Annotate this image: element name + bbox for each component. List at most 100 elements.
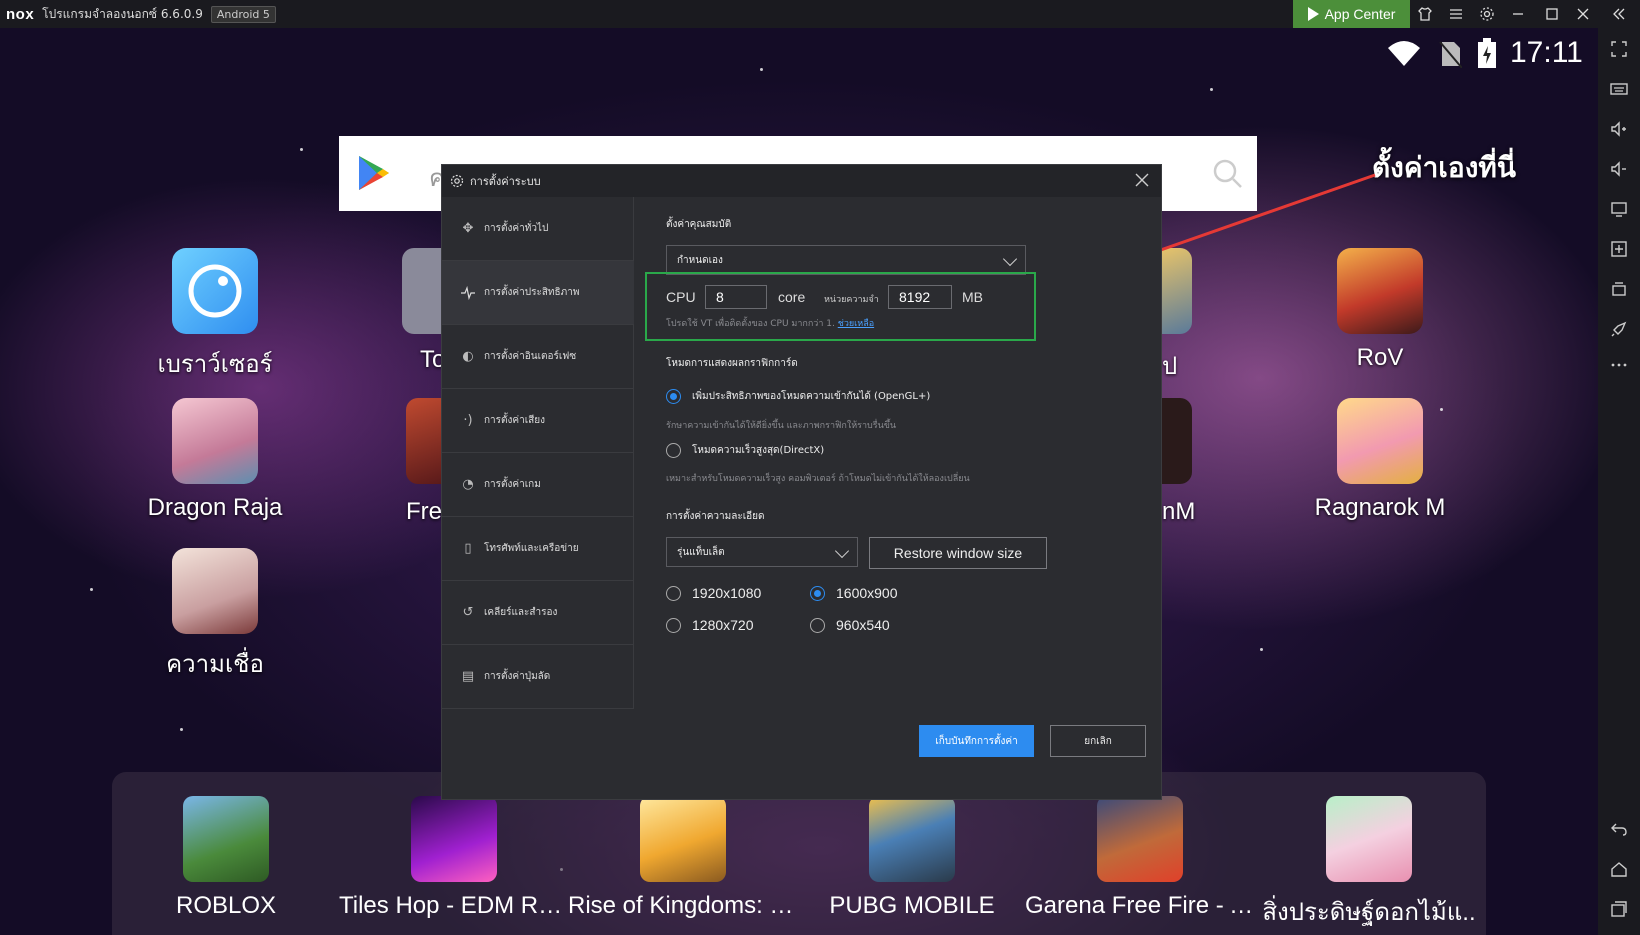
app-title: โปรแกรมจำลองนอกซ์ 6.6.0.9 bbox=[42, 6, 203, 21]
add-apk-icon[interactable] bbox=[1598, 234, 1640, 264]
dock-app-free-fire[interactable]: Garena Free Fire - An.. bbox=[1025, 796, 1255, 920]
nav-label: โทรศัพท์และเครือข่าย bbox=[484, 543, 579, 554]
cancel-button[interactable]: ยกเลิก bbox=[1050, 725, 1146, 757]
more-icon[interactable] bbox=[1598, 350, 1640, 380]
nav-clear-backup[interactable]: ↺ เคลียร์และสำรอง bbox=[442, 581, 634, 645]
nav-sound[interactable]: ·) การตั้งค่าเสียง bbox=[442, 389, 634, 453]
dock-app-label: Rise of Kingdoms: Lo.. bbox=[568, 892, 798, 919]
nav-general[interactable]: ✥ การตั้งค่าทั่วไป bbox=[442, 197, 634, 261]
restore-window-size-button[interactable]: Restore window size bbox=[869, 537, 1047, 569]
wifi-icon bbox=[1388, 41, 1420, 66]
settings-dialog: การตั้งค่าระบบ ✥ การตั้งค่าทั่วไป การตั้… bbox=[441, 164, 1162, 800]
preset-select[interactable]: กำหนดเอง bbox=[666, 245, 1026, 275]
nav-shortcuts[interactable]: ▤ การตั้งค่าปุ่มลัด bbox=[442, 645, 634, 709]
resolution-1600-label: 1600x900 bbox=[836, 585, 898, 601]
chevron-down-icon bbox=[834, 543, 850, 559]
panda-game-icon bbox=[1326, 796, 1412, 882]
collapse-icon[interactable] bbox=[1604, 0, 1634, 28]
back-icon[interactable] bbox=[1598, 814, 1640, 844]
directx-label: โหมดความเร็วสูงสุด(DirectX) bbox=[692, 445, 825, 456]
shirt-icon[interactable] bbox=[1410, 0, 1440, 28]
home-icon[interactable] bbox=[1598, 854, 1640, 884]
sound-icon: ·) bbox=[463, 413, 473, 428]
nav-label: การตั้งค่าทั่วไป bbox=[484, 223, 549, 234]
free-fire-icon bbox=[1097, 796, 1183, 882]
directx-description: เหมาะสำหรับโหมดความเร็วสูง คอมพิวเตอร์ ถ… bbox=[666, 474, 970, 484]
play-store-icon bbox=[1307, 7, 1319, 21]
save-settings-button[interactable]: เก็บบันทึกการตั้งค่า bbox=[919, 725, 1034, 757]
history-icon: ↺ bbox=[462, 605, 474, 620]
resolution-960-label: 960x540 bbox=[836, 617, 890, 633]
app-label: เบราว์เซอร์ bbox=[157, 351, 273, 378]
game-icon: ◔ bbox=[462, 477, 474, 492]
app-label: RoV bbox=[1356, 344, 1404, 371]
recent-apps-icon[interactable] bbox=[1598, 894, 1640, 924]
app-ragnarok-m[interactable]: Ragnarok M bbox=[1305, 398, 1455, 522]
partial-game-icon-2[interactable] bbox=[1162, 398, 1192, 484]
nav-label: การตั้งค่าเสียง bbox=[484, 415, 545, 426]
maximize-icon[interactable] bbox=[1537, 0, 1567, 28]
play-store-logo-icon bbox=[359, 156, 389, 190]
app-center-button[interactable]: App Center bbox=[1293, 0, 1410, 28]
android-version-badge: Android 5 bbox=[210, 5, 276, 23]
dock-app-rise-of-kingdoms[interactable]: Rise of Kingdoms: Lo.. bbox=[568, 796, 798, 920]
resolution-mode-value: รุ่นแท็บเล็ต bbox=[677, 546, 725, 558]
multi-instance-icon[interactable] bbox=[1598, 274, 1640, 304]
keyboard-icon[interactable] bbox=[1598, 74, 1640, 104]
resolution-1920-radio[interactable] bbox=[666, 586, 681, 601]
graphics-section-title: โหมดการแสดงผลกราฟิกการ์ด bbox=[666, 358, 798, 369]
rise-of-kingdoms-icon bbox=[640, 796, 726, 882]
dock-app-flower-invention[interactable]: สิ่งประดิษฐ์ดอกไม้แ.. bbox=[1254, 796, 1484, 931]
nox-logo: nox bbox=[6, 5, 35, 23]
app-browser[interactable]: เบราว์เซอร์ bbox=[140, 248, 290, 383]
partial-label-nm: nM bbox=[1162, 498, 1196, 525]
highlight-box bbox=[645, 272, 1036, 341]
annotation-text: ตั้งค่าเองที่นี่ bbox=[1372, 151, 1516, 184]
dock-app-roblox[interactable]: ROBLOX bbox=[111, 796, 341, 920]
app-belief[interactable]: ความเชื่อ bbox=[140, 548, 290, 683]
close-icon[interactable] bbox=[1568, 0, 1598, 28]
opengl-radio[interactable] bbox=[666, 389, 681, 404]
belief-game-icon bbox=[172, 548, 258, 634]
resolution-1280-label: 1280x720 bbox=[692, 617, 754, 633]
resolution-960-radio[interactable] bbox=[810, 618, 825, 633]
resolution-section-title: การตั้งค่าความละเอียด bbox=[666, 511, 765, 522]
gear-icon[interactable] bbox=[1472, 0, 1502, 28]
volume-up-icon[interactable] bbox=[1598, 114, 1640, 144]
minimize-icon[interactable] bbox=[1503, 0, 1533, 28]
resolution-1600-radio[interactable] bbox=[810, 586, 825, 601]
screen-icon[interactable] bbox=[1598, 194, 1640, 224]
fullscreen-icon[interactable] bbox=[1598, 34, 1640, 64]
dock-app-label: Garena Free Fire - An.. bbox=[1025, 892, 1255, 919]
resolution-mode-select[interactable]: รุ่นแท็บเล็ต bbox=[666, 537, 858, 567]
keyboard-icon: ▤ bbox=[461, 669, 475, 684]
volume-down-icon[interactable] bbox=[1598, 154, 1640, 184]
opengl-label: เพิ่มประสิทธิภาพของโหมดความเข้ากันได้ (O… bbox=[692, 391, 931, 402]
nav-phone-network[interactable]: ▯ โทรศัพท์และเครือข่าย bbox=[442, 517, 634, 581]
dialog-title: การตั้งค่าระบบ bbox=[470, 175, 541, 188]
dragon-raja-icon bbox=[172, 398, 258, 484]
rocket-icon[interactable] bbox=[1598, 314, 1640, 344]
close-icon[interactable] bbox=[1133, 171, 1151, 189]
nav-label: เคลียร์และสำรอง bbox=[484, 607, 558, 618]
nav-interface[interactable]: ◐ การตั้งค่าอินเตอร์เฟซ bbox=[442, 325, 634, 389]
app-dragon-raja[interactable]: Dragon Raja bbox=[140, 398, 290, 522]
resolution-1280-radio[interactable] bbox=[666, 618, 681, 633]
tiles-hop-icon bbox=[411, 796, 497, 882]
gear-icon bbox=[450, 174, 464, 188]
palette-icon: ◐ bbox=[462, 349, 474, 364]
free-fire-partial-icon[interactable] bbox=[406, 398, 442, 484]
dock-app-pubg[interactable]: PUBG MOBILE bbox=[797, 796, 1027, 920]
dock-app-tiles-hop[interactable]: Tiles Hop - EDM Rush! bbox=[339, 796, 569, 920]
resolution-1920-label: 1920x1080 bbox=[692, 585, 762, 601]
partial-label-p: ป bbox=[1162, 353, 1178, 380]
dock-app-label: สิ่งประดิษฐ์ดอกไม้แ.. bbox=[1262, 899, 1476, 926]
tools-folder-icon[interactable] bbox=[402, 248, 442, 334]
menu-icon[interactable] bbox=[1441, 0, 1471, 28]
directx-radio[interactable] bbox=[666, 443, 681, 458]
no-sim-icon bbox=[1439, 41, 1462, 68]
nav-game[interactable]: ◔ การตั้งค่าเกม bbox=[442, 453, 634, 517]
performance-section-title: ตั้งค่าคุณสมบัติ bbox=[666, 219, 732, 230]
nav-performance[interactable]: การตั้งค่าประสิทธิภาพ bbox=[442, 261, 634, 325]
dialog-header: การตั้งค่าระบบ bbox=[442, 165, 1161, 197]
